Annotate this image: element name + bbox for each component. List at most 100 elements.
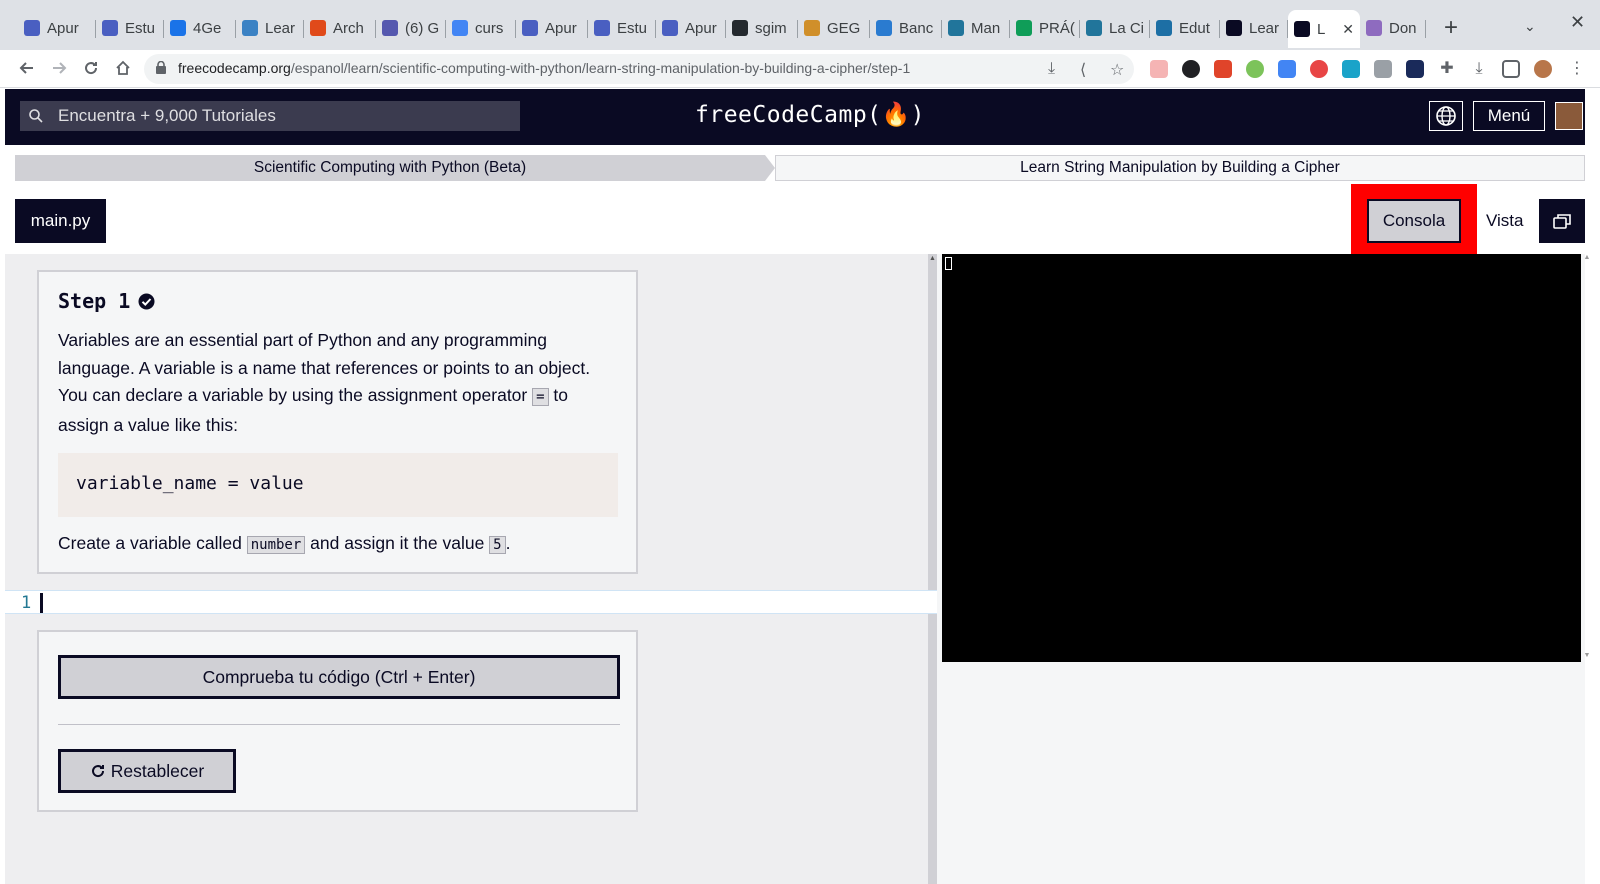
geg-icon xyxy=(804,20,820,36)
browser-tab[interactable]: Edut xyxy=(1150,12,1220,44)
search-input[interactable]: Encuentra + 9,000 Tutoriales xyxy=(20,101,520,131)
tab-label: Lear xyxy=(265,19,296,37)
arrow-right-icon xyxy=(53,62,67,74)
search-placeholder: Encuentra + 9,000 Tutoriales xyxy=(58,106,276,125)
browser-tab[interactable]: La Ci xyxy=(1080,12,1150,44)
browser-tab[interactable]: Arch xyxy=(304,12,376,44)
install-app-icon[interactable]: ⤓ xyxy=(1048,60,1055,78)
extension-icon-8[interactable] xyxy=(1374,60,1392,78)
check-circle-icon xyxy=(138,293,155,309)
tab-label: sgim xyxy=(755,19,787,37)
browser-tab[interactable]: curs xyxy=(446,12,516,44)
browser-tab[interactable]: sgim xyxy=(726,12,798,44)
scroll-down-icon[interactable]: ▼ xyxy=(1582,652,1592,659)
browser-tab[interactable]: 4Ge xyxy=(164,12,236,44)
new-tab-button[interactable]: + xyxy=(1444,14,1458,42)
address-bar[interactable]: freecodecamp.org/espanol/learn/scientifi… xyxy=(144,54,1134,84)
url-text: freecodecamp.org/espanol/learn/scientifi… xyxy=(178,60,911,76)
browser-tab[interactable]: Don xyxy=(1360,12,1426,44)
browser-tab[interactable]: Estu xyxy=(588,12,656,44)
window-close-button[interactable]: ✕ xyxy=(1570,12,1585,33)
browser-tab[interactable]: Apur xyxy=(656,12,726,44)
doc-icon xyxy=(662,20,678,36)
side-panel-icon[interactable] xyxy=(1502,60,1520,78)
browser-tab[interactable]: Apur xyxy=(516,12,588,44)
fcc-icon xyxy=(1294,21,1310,37)
browser-tab[interactable]: GEG xyxy=(798,12,870,44)
tab-label: L xyxy=(1317,20,1326,38)
extension-icon-4[interactable] xyxy=(1246,60,1264,78)
wordpress-icon xyxy=(1086,20,1102,36)
fcc-logo[interactable]: freeCodeCamp(🔥) xyxy=(695,101,925,128)
browser-tab[interactable]: L ✕ xyxy=(1288,10,1360,48)
language-button[interactable] xyxy=(1429,101,1463,131)
preview-popout-button[interactable] xyxy=(1539,199,1585,243)
share-icon[interactable]: ⟨ xyxy=(1080,60,1086,80)
browser-toolbar: freecodecamp.org/espanol/learn/scientifi… xyxy=(0,50,1600,88)
cube-icon xyxy=(242,20,258,36)
preview-toggle[interactable]: Vista xyxy=(1477,199,1585,243)
scroll-up-arrow-icon[interactable]: ▲ xyxy=(928,254,937,263)
browser-menu-icon[interactable]: ⋮ xyxy=(1568,60,1586,78)
extension-icon-9[interactable] xyxy=(1406,60,1424,78)
tab-label: GEG xyxy=(827,19,861,37)
github-icon xyxy=(732,20,748,36)
browser-tab[interactable]: Banc xyxy=(870,12,942,44)
console-toggle-button[interactable]: Consola xyxy=(1367,199,1461,243)
preview-label: Vista xyxy=(1486,211,1524,230)
tab-label: Lear xyxy=(1249,19,1280,37)
browser-tab[interactable]: Lear xyxy=(1220,12,1288,44)
bookmark-star-icon[interactable]: ☆ xyxy=(1110,60,1124,80)
home-button[interactable] xyxy=(110,55,136,81)
profile-avatar[interactable] xyxy=(1534,60,1552,78)
file-tab-main-py[interactable]: main.py xyxy=(15,199,106,243)
reload-icon xyxy=(85,62,98,75)
forward-button[interactable] xyxy=(46,55,72,81)
browser-tab[interactable]: PRÁ( xyxy=(1010,12,1080,44)
drive-icon xyxy=(1016,20,1032,36)
arrow-left-icon xyxy=(19,62,33,74)
breadcrumb-block[interactable]: Learn String Manipulation by Building a … xyxy=(775,155,1585,181)
step-task: Create a variable called number and assi… xyxy=(58,533,511,554)
extension-icon-7[interactable] xyxy=(1342,60,1360,78)
step-heading: Step 1 xyxy=(58,289,155,313)
console-scrollbar[interactable]: ▲ ▼ xyxy=(1582,254,1592,662)
breadcrumb: Scientific Computing with Python (Beta) … xyxy=(15,155,1585,181)
doc-icon xyxy=(594,20,610,36)
code-editor[interactable]: 1 xyxy=(5,590,937,614)
tab-close-icon[interactable]: ✕ xyxy=(1342,21,1354,38)
downloads-icon[interactable]: ⤓ xyxy=(1470,60,1488,78)
browser-tab[interactable]: Apur xyxy=(18,12,96,44)
tab-label: Don xyxy=(1389,19,1417,37)
browser-tab-strip: + ⌄ ✕ Apur Estu 4Ge Lear Arch (6) G curs Apur Es… xyxy=(0,0,1600,50)
extension-icon-3[interactable] xyxy=(1214,60,1232,78)
extension-icon-6[interactable] xyxy=(1310,60,1328,78)
back-button[interactable] xyxy=(14,55,40,81)
doc-icon xyxy=(24,20,40,36)
extension-icon-1[interactable] xyxy=(1150,60,1168,78)
extension-icon-2[interactable] xyxy=(1182,60,1200,78)
pane-splitter[interactable]: ▲ xyxy=(928,254,937,884)
scroll-up-icon[interactable]: ▲ xyxy=(1582,254,1592,261)
tab-label: Man xyxy=(971,19,1001,37)
reload-button[interactable] xyxy=(78,55,104,81)
tab-label: (6) G xyxy=(405,19,440,37)
menu-button[interactable]: Menú xyxy=(1473,101,1545,131)
tab-label: Edut xyxy=(1179,19,1210,37)
check-code-button[interactable]: Comprueba tu código (Ctrl + Enter) xyxy=(58,655,620,699)
user-avatar[interactable] xyxy=(1555,102,1583,130)
translate-extension-icon[interactable] xyxy=(1278,60,1296,78)
extensions-puzzle-icon[interactable]: ✚ xyxy=(1438,60,1456,78)
browser-tab[interactable]: Lear xyxy=(236,12,304,44)
breadcrumb-superblock[interactable]: Scientific Computing with Python (Beta) xyxy=(15,155,775,181)
browser-tab[interactable]: Estu xyxy=(96,12,164,44)
tab-separator xyxy=(1425,20,1426,38)
python-console[interactable] xyxy=(942,254,1581,662)
browser-tab[interactable]: Man xyxy=(942,12,1010,44)
tab-label: Arch xyxy=(333,19,364,37)
reset-button[interactable]: Restablecer xyxy=(58,749,236,793)
editor-cursor xyxy=(40,593,43,613)
tab-label: Apur xyxy=(47,19,79,37)
browser-tab[interactable]: (6) G xyxy=(376,12,446,44)
tab-search-button[interactable]: ⌄ xyxy=(1524,18,1536,35)
